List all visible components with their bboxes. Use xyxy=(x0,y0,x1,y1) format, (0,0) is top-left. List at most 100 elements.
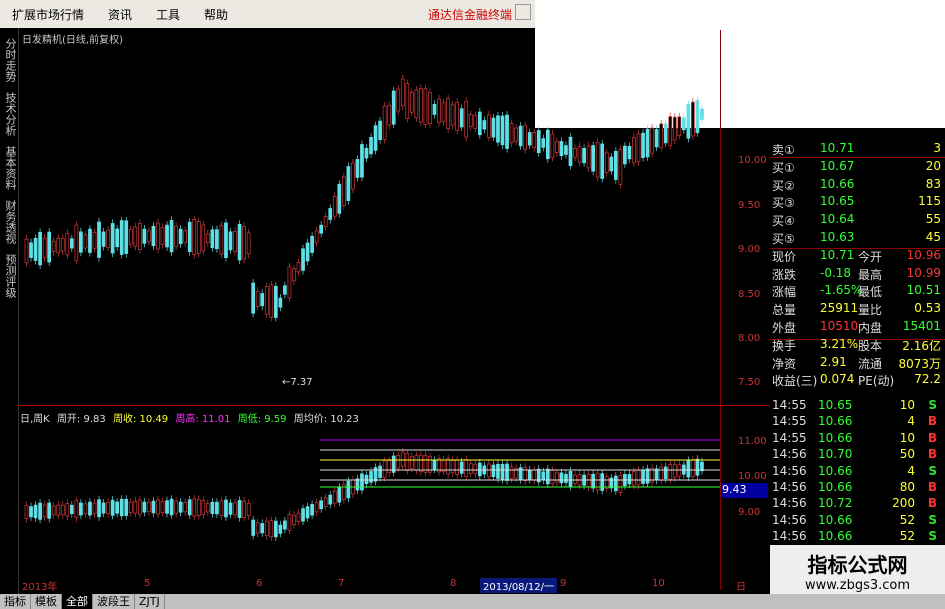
candle xyxy=(668,464,673,480)
tick-side: S xyxy=(928,529,937,544)
menu-item-tools[interactable]: 工具 xyxy=(144,6,192,23)
tab-forecast[interactable]: 预测评级 xyxy=(2,254,17,298)
candle xyxy=(106,229,110,248)
tick-price: 10.66 xyxy=(818,512,853,527)
order-vol: 45 xyxy=(925,229,941,244)
tick-row: 14:55 10.65 10 S xyxy=(770,398,945,414)
candle xyxy=(264,520,269,537)
order-label: 买④ xyxy=(772,214,795,229)
order-row: 买④ 10.64 55 xyxy=(770,211,945,229)
order-price: 10.67 xyxy=(820,158,855,173)
daily-kline-chart[interactable]: ←7.37 xyxy=(20,45,720,405)
candle xyxy=(568,471,573,487)
menu-item-help[interactable]: 帮助 xyxy=(192,6,240,23)
window-control-icon[interactable] xyxy=(515,4,531,20)
candle xyxy=(119,220,124,255)
stat-value: 25911 xyxy=(820,301,859,316)
candle xyxy=(301,508,305,522)
candle xyxy=(568,136,573,166)
candle xyxy=(210,229,215,249)
menu-item-market[interactable]: 扩展市场行情 xyxy=(0,6,96,23)
candle xyxy=(237,500,242,519)
tick-volume: 80 xyxy=(899,479,915,494)
candle xyxy=(224,499,228,518)
tick-price: 10.65 xyxy=(818,398,853,412)
candle xyxy=(283,520,287,530)
candle xyxy=(677,116,682,136)
tab-technical[interactable]: 技术分析 xyxy=(2,92,17,136)
candle xyxy=(541,138,546,148)
candle xyxy=(378,465,382,478)
candle xyxy=(387,460,392,474)
candle xyxy=(260,293,265,307)
candle xyxy=(437,98,441,123)
candle xyxy=(174,500,178,514)
left-tab-bar: 分时走势 技术分析 基本资料 财务透视 预测评级 xyxy=(0,28,19,598)
order-label: 买① xyxy=(772,160,795,175)
candle xyxy=(278,524,283,534)
candle xyxy=(151,500,156,514)
candle xyxy=(165,500,169,514)
candle xyxy=(423,88,428,125)
tab-template[interactable]: 模板 xyxy=(31,594,62,609)
candle xyxy=(387,104,392,126)
y-label: 9.00 xyxy=(738,244,761,255)
tab-zjtj[interactable]: ZJTJ xyxy=(135,594,165,609)
tick-time: 14:55 xyxy=(772,398,807,412)
tick-side: B xyxy=(927,430,937,445)
tick-volume: 52 xyxy=(899,512,915,527)
candle xyxy=(228,231,233,251)
tab-fundamentals[interactable]: 基本资料 xyxy=(2,146,17,190)
candle xyxy=(505,463,509,481)
order-label: 买② xyxy=(772,178,795,193)
fin-row: 收益(三) 0.074 PE(动) 72.2 xyxy=(770,371,945,389)
candle xyxy=(518,125,523,147)
tab-financials[interactable]: 财务透视 xyxy=(2,200,17,244)
candle xyxy=(224,222,228,259)
candle xyxy=(169,498,174,516)
candle xyxy=(414,89,419,118)
tab-intraday[interactable]: 分时走势 xyxy=(2,38,17,82)
menu-item-news[interactable]: 资讯 xyxy=(96,6,144,23)
candle xyxy=(446,98,450,129)
tab-indicator[interactable]: 指标 xyxy=(0,594,31,609)
tick-volume: 52 xyxy=(899,529,915,544)
candle xyxy=(441,102,446,123)
candle xyxy=(147,502,151,512)
candle xyxy=(400,78,405,107)
candle xyxy=(346,166,351,201)
candle xyxy=(595,142,600,178)
tick-side: B xyxy=(927,447,937,462)
fin-value: 0.074 xyxy=(820,372,855,387)
candle xyxy=(591,473,596,489)
candle xyxy=(183,230,188,243)
candle xyxy=(468,463,473,474)
tab-band-king[interactable]: 波段王 xyxy=(93,594,135,609)
candle xyxy=(487,114,491,138)
candle xyxy=(124,498,129,516)
tick-price: 10.66 xyxy=(818,463,853,478)
weekly-indicator-chart[interactable] xyxy=(20,425,720,575)
candle xyxy=(346,480,351,499)
candle xyxy=(577,145,582,163)
tick-price: 10.66 xyxy=(818,430,853,445)
low-annotation: ←7.37 xyxy=(282,377,313,388)
bottom-tab-bar: 指标 模板 全部 波段王 ZJTJ xyxy=(0,594,945,609)
stat-label: 今开 xyxy=(858,249,883,264)
tick-time: 14:55 xyxy=(772,430,807,445)
candle xyxy=(654,129,659,148)
candle xyxy=(169,220,174,253)
axis-label: 9 xyxy=(560,578,567,589)
y-label: 10.00 xyxy=(738,155,767,166)
candle xyxy=(632,137,636,164)
candle xyxy=(215,229,219,250)
candle xyxy=(636,133,641,163)
candle xyxy=(142,501,147,513)
candle xyxy=(686,104,691,139)
candle xyxy=(332,490,337,504)
candle xyxy=(29,506,33,518)
candle xyxy=(555,141,559,154)
tab-all[interactable]: 全部 xyxy=(62,594,93,609)
candle xyxy=(242,500,246,518)
tick-list[interactable]: 14:55 10.65 10 S 14:55 10.66 4 B 14:55 10.66 10 B 14… xyxy=(770,398,945,546)
